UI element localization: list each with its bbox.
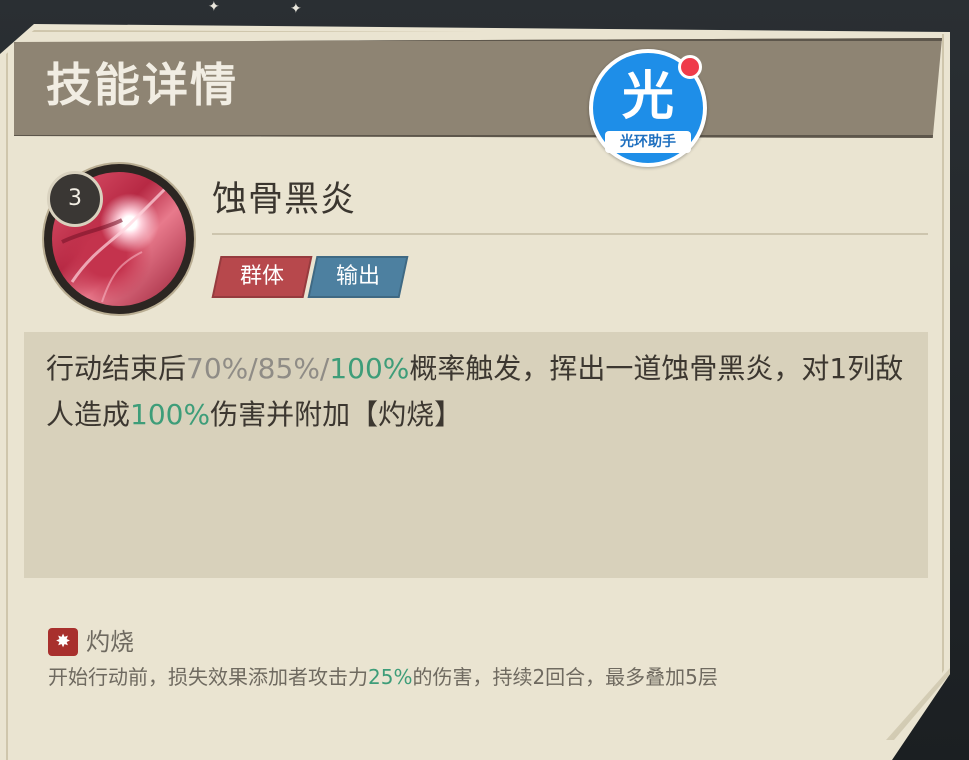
tag-group: 群体	[211, 256, 313, 298]
status-effect-name: 灼烧	[86, 628, 134, 656]
fire-status-icon: ✸	[48, 628, 78, 656]
page-title: 技能详情	[46, 58, 238, 112]
skill-description: 行动结束后70%/85%/100%概率触发，挥出一道蚀骨黑炎，对1列敌人造成10…	[46, 352, 904, 431]
divider	[212, 233, 928, 235]
sparkle-icon: ✦	[208, 0, 220, 15]
status-effect-description: 开始行动前，损失效果添加者攻击力25%的伤害，持续2回合，最多叠加5层	[48, 665, 718, 689]
notification-dot-icon	[678, 55, 702, 79]
skill-level-badge: 3	[47, 171, 103, 227]
skill-name: 蚀骨黑炎	[212, 180, 357, 220]
watermark-caption: 光环助手	[605, 131, 691, 153]
tag-output: 输出	[307, 256, 409, 298]
sparkle-icon: ✦	[290, 1, 302, 17]
